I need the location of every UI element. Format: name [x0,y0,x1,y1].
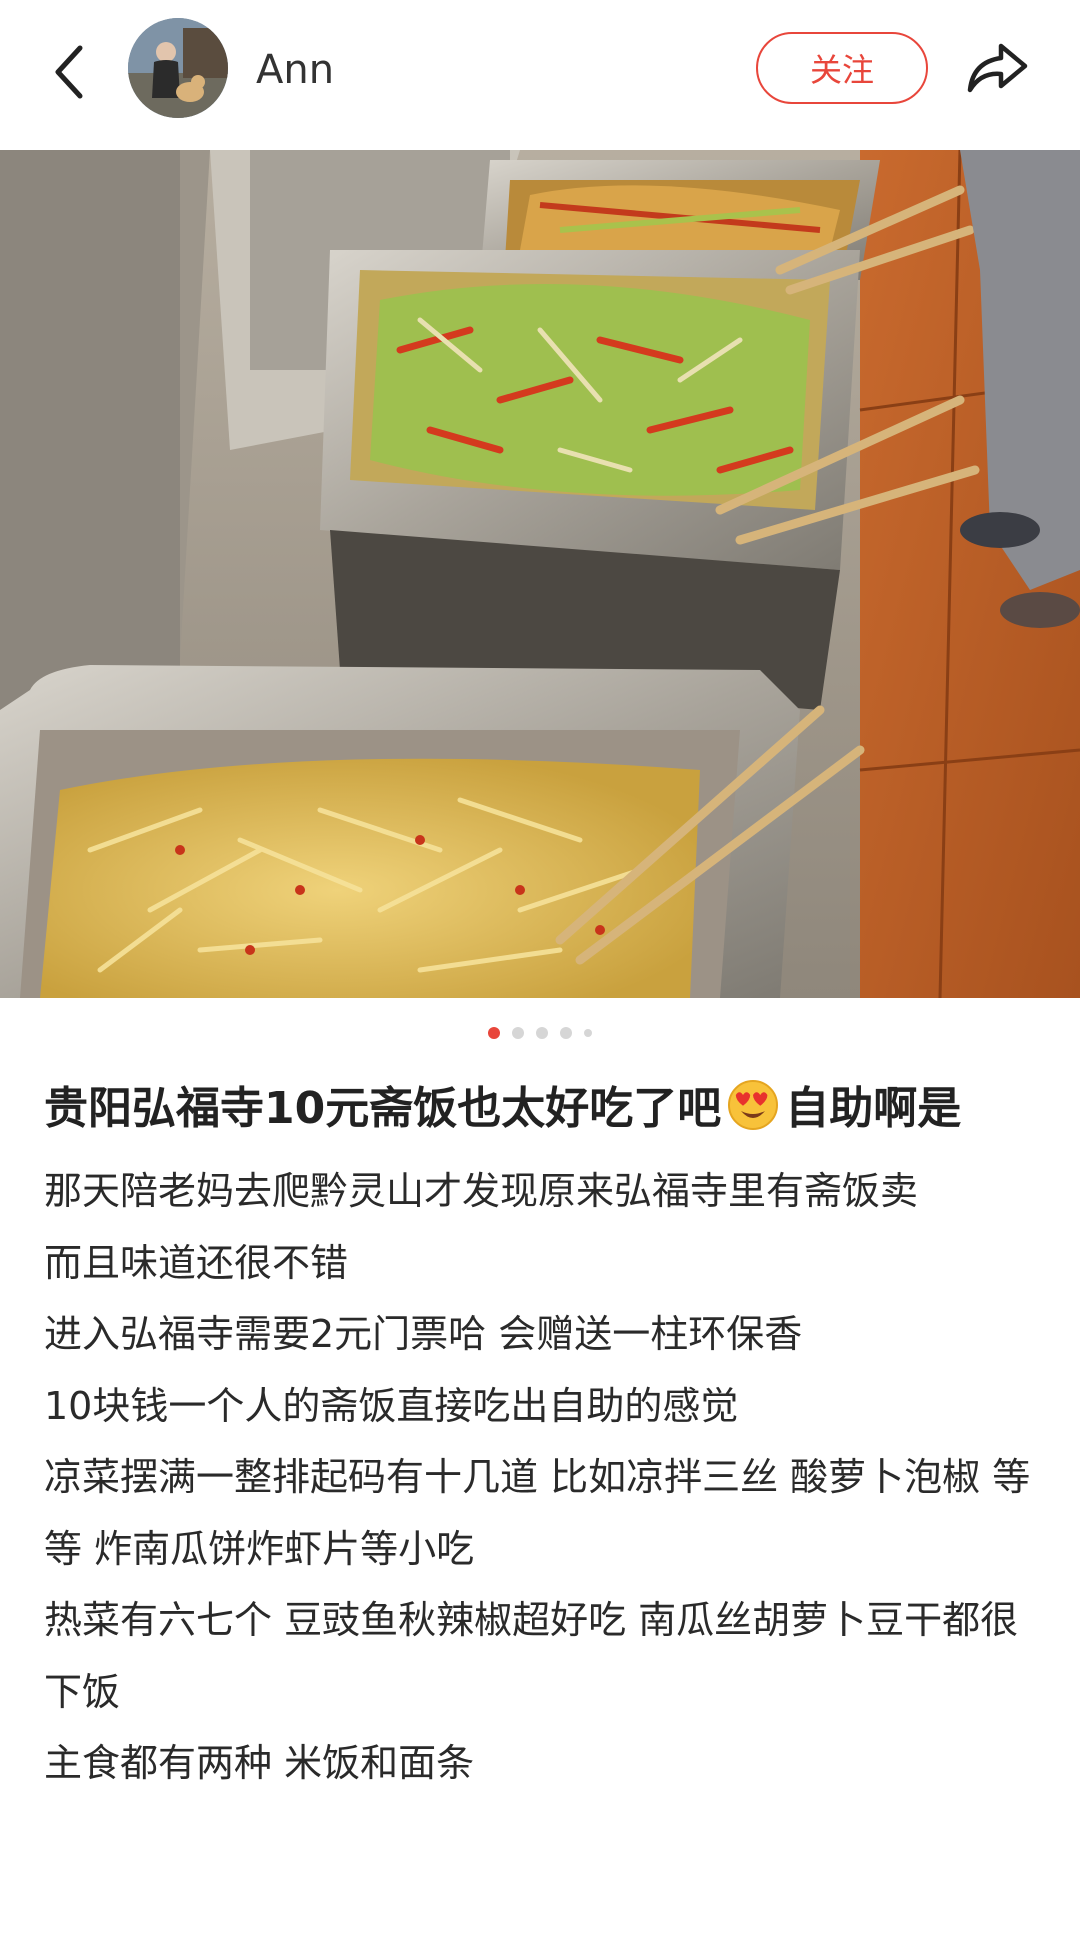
carousel-dot-5[interactable] [584,1029,592,1037]
post-content: 贵阳弘福寺10元斋饭也太好吃了吧 自助啊是 那天陪老妈去爬黔灵山才发现原来弘福寺… [0,1074,1080,1800]
post-body-line: 主食都有两种 米饭和面条 [44,1741,475,1785]
title-text-continued: 自助啊是 [785,1083,962,1134]
title-text: 贵阳弘福寺10元斋饭也太好吃了吧 [44,1083,722,1134]
post-body-line: 而且味道还很不错 [44,1240,349,1285]
heart-eyes-emoji-icon [728,1080,779,1130]
back-button[interactable] [40,36,96,108]
post-image[interactable] [0,150,1080,998]
carousel-dot-1[interactable] [488,1027,500,1039]
carousel-dot-4[interactable] [560,1027,572,1039]
carousel-dot-3[interactable] [536,1027,548,1039]
post-body-line: 10块钱一个人的斋饭直接吃出自助的感觉 [44,1383,739,1428]
share-button[interactable] [962,36,1032,100]
chevron-left-icon [55,45,83,99]
post-title: 贵阳弘福寺10元斋饭也太好吃了吧 自助啊是 [44,1074,1036,1144]
carousel-indicator [0,998,1080,1068]
post-body-line: 那天陪老妈去爬黔灵山才发现原来弘福寺里有斋饭卖 [44,1169,919,1213]
post-header: Ann 关注 [0,0,1080,150]
post-body-line: 进入弘福寺需要2元门票哈 会赠送一柱环保香 [44,1312,803,1356]
carousel-dot-2[interactable] [512,1027,524,1039]
follow-button[interactable]: 关注 [756,32,928,104]
share-arrow-icon [967,43,1028,93]
author-name[interactable]: Ann [256,42,334,98]
avatar[interactable] [128,18,228,118]
post-body-line: 凉菜摆满一整排起码有十几道 比如凉拌三丝 酸萝卜泡椒 等等 炸南瓜饼炸虾片等小吃 [44,1455,1031,1571]
post-body-line: 热菜有六七个 豆豉鱼秋辣椒超好吃 南瓜丝胡萝卜豆干都很下饭 [44,1598,1019,1714]
